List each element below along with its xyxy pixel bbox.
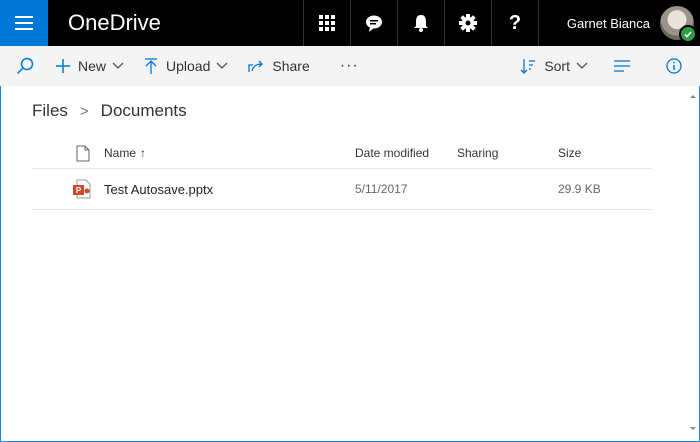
info-icon [666, 58, 682, 74]
list-view-icon [614, 60, 630, 72]
svg-text:P: P [76, 186, 82, 195]
powerpoint-file-icon: P [73, 179, 91, 199]
sharing-column-header[interactable]: Sharing [457, 138, 558, 169]
file-name[interactable]: Test Autosave.pptx [104, 168, 355, 210]
app-launcher-icon [319, 15, 335, 31]
online-status-icon [679, 25, 697, 43]
sort-label: Sort [544, 58, 570, 74]
settings-button[interactable] [444, 0, 491, 46]
app-launcher-button[interactable] [303, 0, 350, 46]
date-modified-column-header[interactable]: Date modified [355, 138, 457, 169]
user-name: Garnet Bianca [566, 15, 650, 31]
share-label: Share [272, 58, 310, 74]
upload-icon [145, 58, 158, 74]
help-button[interactable]: ? [491, 0, 539, 46]
upload-label: Upload [166, 58, 211, 74]
breadcrumb-files[interactable]: Files [32, 101, 68, 121]
scrollbar[interactable] [689, 90, 697, 435]
more-icon: ··· [339, 57, 359, 74]
notifications-button[interactable] [397, 0, 444, 46]
command-bar: New Upload Share ··· Sort [0, 46, 700, 86]
name-column-header[interactable]: Name ↑ [104, 138, 355, 169]
share-button[interactable]: Share [238, 46, 325, 86]
scrollbar-arrows [690, 95, 696, 430]
sort-icon [520, 59, 536, 74]
sort-ascending-icon: ↑ [140, 146, 147, 160]
chat-icon [366, 15, 382, 32]
file-size: 29.9 KB [558, 168, 652, 210]
size-column-header[interactable]: Size [558, 138, 652, 169]
breadcrumb-documents[interactable]: Documents [101, 101, 187, 121]
file-icon-cell: P [32, 168, 104, 210]
gear-icon [459, 14, 477, 32]
plus-icon [56, 59, 70, 73]
user-menu[interactable]: Garnet Bianca [539, 0, 700, 46]
file-modified: 5/11/2017 [355, 168, 457, 210]
top-bar: OneDrive ? Garnet Bianca [0, 0, 700, 46]
avatar [660, 6, 697, 43]
search-button[interactable] [0, 46, 44, 86]
name-header-label: Name [104, 146, 137, 160]
new-button[interactable]: New [44, 46, 134, 86]
help-icon: ? [508, 11, 522, 34]
new-label: New [78, 58, 107, 74]
chevron-down-icon [112, 62, 124, 69]
bell-icon [414, 15, 428, 32]
more-button[interactable]: ··· [326, 46, 369, 86]
chat-button[interactable] [350, 0, 397, 46]
table-row[interactable]: P Test Autosave.pptx 5/11/2017 29.9 KB [32, 168, 652, 210]
file-list: Name ↑ Date modified Sharing Size P Test … [32, 138, 652, 210]
chevron-down-icon [576, 62, 588, 69]
upload-button[interactable]: Upload [134, 46, 238, 86]
share-icon [248, 60, 264, 72]
view-options-button[interactable] [598, 46, 646, 86]
chevron-down-icon [216, 62, 228, 69]
file-sharing [457, 168, 558, 210]
file-type-icon [76, 145, 90, 161]
file-list-header: Name ↑ Date modified Sharing Size [32, 138, 652, 169]
hamburger-icon [15, 16, 33, 30]
info-button[interactable] [646, 46, 700, 86]
sort-button[interactable]: Sort [510, 46, 598, 86]
menu-button[interactable] [0, 0, 48, 46]
breadcrumb-separator: > [79, 102, 89, 120]
search-icon [16, 57, 34, 75]
breadcrumb: Files > Documents [32, 101, 187, 121]
file-type-column-header[interactable] [32, 138, 104, 169]
app-title[interactable]: OneDrive [48, 0, 303, 46]
